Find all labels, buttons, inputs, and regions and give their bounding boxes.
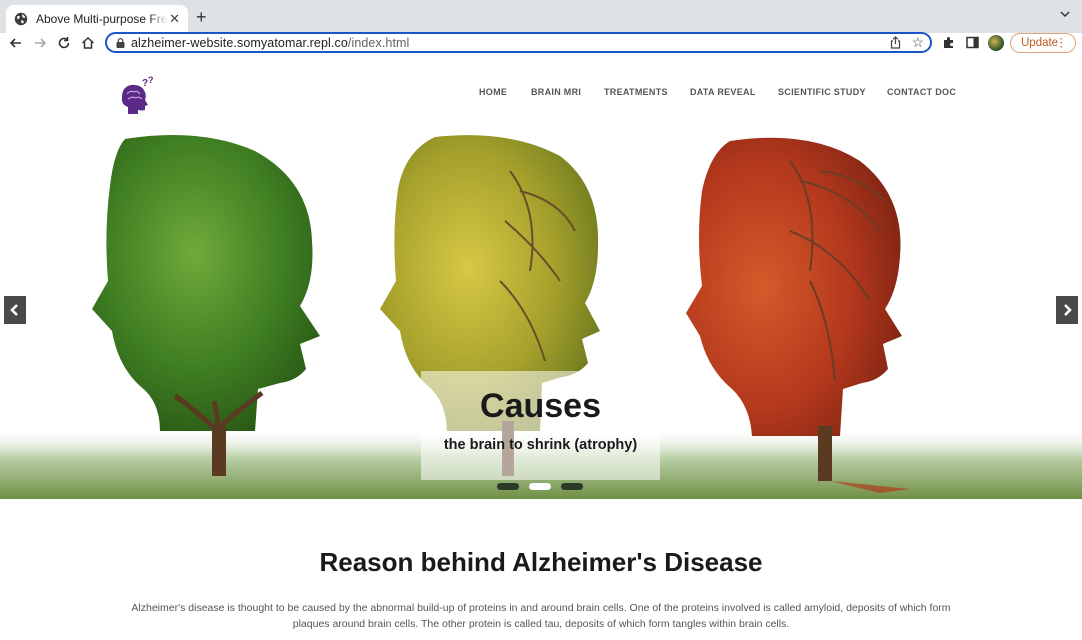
globe-icon bbox=[14, 12, 28, 26]
close-tab-icon[interactable]: ✕ bbox=[169, 12, 180, 26]
carousel-indicator-2[interactable] bbox=[529, 483, 551, 490]
new-tab-icon[interactable]: + bbox=[196, 7, 207, 27]
nav-brain-mri[interactable]: BRAIN MRI bbox=[531, 87, 581, 97]
forward-arrow-icon[interactable] bbox=[32, 35, 48, 51]
chevron-left-icon bbox=[10, 304, 18, 316]
reload-icon[interactable] bbox=[56, 35, 72, 51]
back-arrow-icon[interactable] bbox=[8, 35, 24, 51]
tab-title: Above Multi-purpose Free Boo bbox=[36, 12, 168, 26]
nav-home[interactable]: HOME bbox=[479, 87, 507, 97]
url-path: /index.html bbox=[347, 36, 410, 50]
home-icon[interactable] bbox=[80, 35, 96, 51]
chevron-down-icon[interactable] bbox=[1060, 9, 1070, 19]
bookmark-star-icon[interactable]: ☆ bbox=[911, 35, 924, 50]
brain-head-logo-icon[interactable]: ? ? bbox=[118, 76, 158, 118]
slide-caption-subtitle: the brain to shrink (atrophy) bbox=[443, 437, 638, 453]
green-tree-head bbox=[92, 135, 320, 476]
browser-toolbar: alzheimer-website.somyatomar.repl.co/ind… bbox=[0, 32, 1082, 55]
lock-icon[interactable] bbox=[116, 38, 125, 48]
nav-treatments[interactable]: TREATMENTS bbox=[604, 87, 668, 97]
carousel-indicator-3[interactable] bbox=[561, 483, 583, 490]
nav-data-reveal[interactable]: DATA REVEAL bbox=[690, 87, 756, 97]
chevron-right-icon bbox=[1064, 304, 1072, 316]
share-icon[interactable] bbox=[889, 36, 902, 49]
extensions-puzzle-icon[interactable] bbox=[941, 35, 956, 50]
browser-tabstrip: Above Multi-purpose Free Boo ✕ + bbox=[0, 0, 1082, 33]
side-panel-icon[interactable] bbox=[965, 35, 980, 50]
svg-text:?: ? bbox=[148, 76, 154, 85]
profile-avatar[interactable] bbox=[988, 35, 1004, 51]
section-body: Alzheimer's disease is thought to be cau… bbox=[131, 602, 951, 630]
url-text: alzheimer-website.somyatomar.repl.co/ind… bbox=[131, 36, 409, 50]
url-host: alzheimer-website.somyatomar.repl.co bbox=[131, 36, 348, 50]
carousel-indicator-1[interactable] bbox=[497, 483, 519, 490]
hero-carousel: Causes the brain to shrink (atrophy) bbox=[0, 131, 1082, 499]
carousel-next-button[interactable] bbox=[1056, 296, 1078, 324]
slide-caption: Causes the brain to shrink (atrophy) bbox=[421, 371, 660, 480]
slide-caption-title: Causes bbox=[480, 387, 601, 425]
more-vert-icon[interactable]: ⋮ bbox=[1056, 34, 1068, 52]
update-button[interactable]: Update ⋮ bbox=[1010, 33, 1076, 53]
site-header: ? ? HOME BRAIN MRI TREATMENTS DATA REVEA… bbox=[0, 56, 1082, 131]
browser-tab[interactable]: Above Multi-purpose Free Boo ✕ bbox=[6, 5, 188, 33]
nav-scientific-study[interactable]: SCIENTIFIC STUDY bbox=[778, 87, 866, 97]
carousel-prev-button[interactable] bbox=[4, 296, 26, 324]
address-bar[interactable]: alzheimer-website.somyatomar.repl.co/ind… bbox=[105, 32, 932, 53]
nav-contact-doc[interactable]: CONTACT DOC bbox=[887, 87, 956, 97]
update-label: Update bbox=[1021, 37, 1059, 49]
section-title: Reason behind Alzheimer's Disease bbox=[319, 547, 763, 577]
